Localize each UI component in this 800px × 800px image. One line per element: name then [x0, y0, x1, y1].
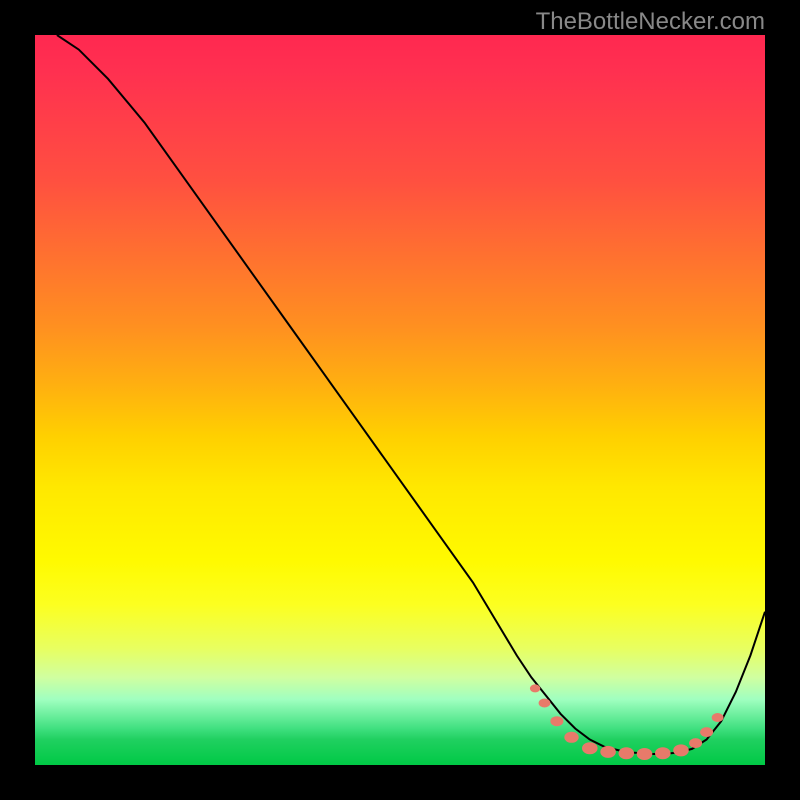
chart-svg — [35, 35, 765, 765]
bottleneck-curve — [57, 35, 765, 754]
watermark-text: TheBottleNecker.com — [536, 8, 765, 36]
curve-markers — [530, 684, 724, 760]
chart-container: TheBottleNecker.com — [0, 0, 800, 800]
